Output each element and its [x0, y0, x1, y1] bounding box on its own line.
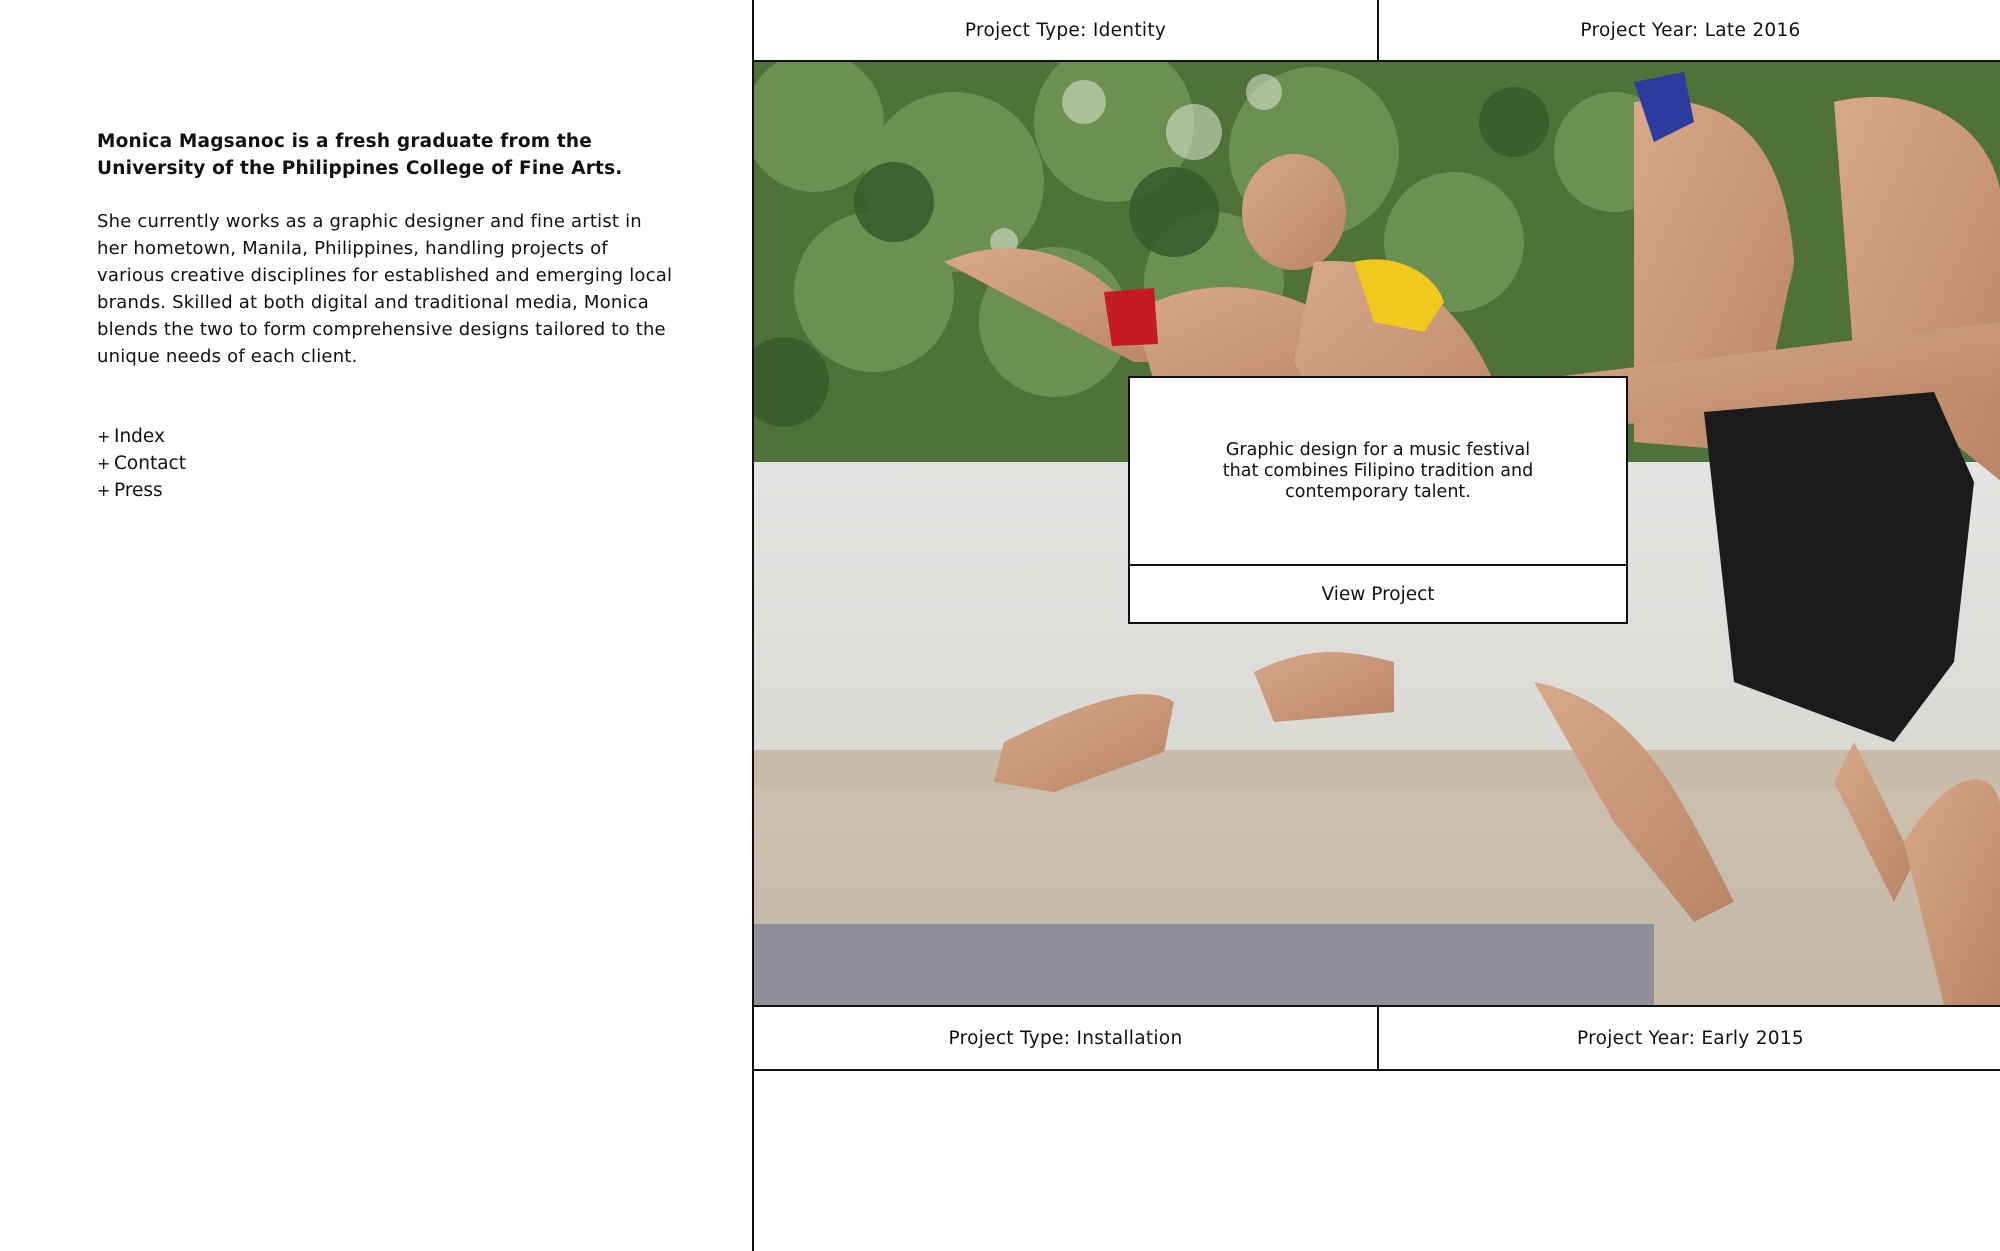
- view-project-button[interactable]: View Project: [1130, 564, 1626, 622]
- bio-lead: Monica Magsanoc is a fresh graduate from…: [97, 131, 623, 179]
- nav-item-contact[interactable]: + Contact: [97, 450, 186, 477]
- project-year: Project Year: Early 2015: [1576, 1027, 1804, 1049]
- sidebar-nav: + Index + Contact + Press: [97, 423, 186, 504]
- bio-body: She currently works as a graphic designe…: [97, 211, 673, 367]
- project-info-card: Graphic design for a music festival that…: [1128, 376, 1628, 624]
- project-meta-row: Project Type: Identity Project Year: Lat…: [754, 0, 2000, 62]
- plus-icon: +: [97, 454, 111, 473]
- nav-item-label: Index: [114, 426, 165, 447]
- nav-item-label: Contact: [114, 453, 186, 474]
- nav-item-index[interactable]: + Index: [97, 423, 186, 450]
- project-type: Project Type: Identity: [754, 0, 1379, 60]
- plus-icon: +: [97, 481, 111, 500]
- project-video[interactable]: Graphic design for a music festival that…: [754, 62, 2000, 1005]
- plus-icon: +: [97, 427, 111, 446]
- nav-item-press[interactable]: + Press: [97, 477, 186, 504]
- project-meta-row: Project Type: Installation Project Year:…: [754, 1005, 2000, 1071]
- project-type: Project Type: Installation: [754, 1007, 1379, 1069]
- project-feed: Project Type: Identity Project Year: Lat…: [752, 0, 2000, 1251]
- sidebar: Monica Magsanoc is a fresh graduate from…: [0, 0, 752, 1251]
- project-description: Graphic design for a music festival that…: [1222, 439, 1534, 502]
- project-year: Project Year: Late 2016: [1580, 19, 1801, 41]
- nav-item-label: Press: [114, 480, 163, 501]
